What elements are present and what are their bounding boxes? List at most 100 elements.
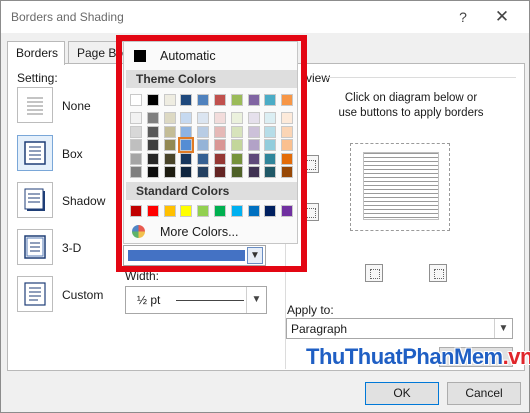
standard-color-swatch[interactable] [146,205,159,217]
theme-shade-swatch[interactable] [130,112,142,124]
chevron-down-icon[interactable]: ▼ [247,247,263,264]
theme-shade-swatch[interactable] [214,152,226,165]
theme-shade-swatch[interactable] [197,139,210,151]
width-dropdown[interactable]: ½ pt ▼ [125,286,267,314]
setting-custom-button[interactable] [17,276,53,312]
standard-color-swatch[interactable] [163,205,176,217]
theme-shade-swatch[interactable] [281,125,294,138]
theme-shade-swatch[interactable] [281,152,294,165]
standard-color-swatch[interactable] [281,205,294,217]
more-colors-option[interactable]: More Colors... [126,222,297,242]
preview-text-lines [363,152,439,220]
theme-shade-swatch[interactable] [146,152,159,165]
standard-color-swatch[interactable] [180,205,193,217]
setting-box-button[interactable] [17,135,53,171]
ok-button[interactable]: OK [365,382,439,405]
theme-shade-swatch[interactable] [146,166,159,178]
theme-shade-swatch[interactable] [180,166,193,178]
theme-color-swatch[interactable] [214,94,226,106]
tab-borders[interactable]: Borders [7,41,65,65]
theme-color-swatch[interactable] [281,94,294,106]
setting-shadow-button[interactable] [17,182,53,218]
theme-shade-swatch[interactable] [197,112,210,124]
setting-none-icon [27,97,43,115]
theme-shade-swatch[interactable] [264,112,277,124]
theme-shade-swatch[interactable] [264,139,277,151]
left-border-button[interactable] [365,264,383,282]
top-border-button[interactable] [301,155,319,173]
bottom-border-button[interactable] [301,203,319,221]
theme-shade-swatch[interactable] [214,166,226,178]
theme-shade-swatch[interactable] [130,139,142,151]
theme-shade-swatch[interactable] [163,166,176,178]
theme-shade-swatch[interactable] [230,152,243,165]
theme-shade-swatch[interactable] [264,125,277,138]
theme-shade-swatch[interactable] [264,166,277,178]
theme-shade-swatch[interactable] [180,152,193,165]
theme-shade-swatch[interactable] [214,112,226,124]
theme-shade-swatch[interactable] [230,139,243,151]
right-border-button[interactable] [429,264,447,282]
theme-color-swatch[interactable] [247,94,260,106]
theme-shade-swatch[interactable] [146,112,159,124]
theme-shade-swatch[interactable] [178,137,195,153]
theme-shade-swatch[interactable] [163,125,176,138]
theme-shade-swatch[interactable] [130,125,142,138]
theme-shade-swatch[interactable] [163,139,176,151]
standard-color-swatch[interactable] [130,205,142,217]
theme-color-swatch[interactable] [264,94,277,106]
setting-none-button[interactable] [17,87,53,123]
theme-shade-swatch[interactable] [130,152,142,165]
setting-3d-button[interactable] [17,229,53,265]
close-button[interactable]: ✕ [491,6,513,28]
theme-shade-swatch[interactable] [180,125,193,138]
theme-color-swatch[interactable] [230,94,243,106]
theme-color-swatch[interactable] [180,94,193,106]
theme-color-swatch[interactable] [163,94,176,106]
theme-shade-swatch[interactable] [180,112,193,124]
help-button[interactable]: ? [453,7,473,27]
theme-shade-swatch[interactable] [247,139,260,151]
color-dropdown[interactable]: ▼ [123,245,266,266]
theme-shade-swatch[interactable] [214,139,226,151]
theme-shade-swatch[interactable] [197,152,210,165]
apply-to-label: Apply to: [287,303,334,317]
theme-shade-swatch[interactable] [247,152,260,165]
theme-color-swatch[interactable] [197,94,210,106]
theme-shade-swatch[interactable] [247,125,260,138]
theme-shade-swatch[interactable] [247,166,260,178]
chevron-down-icon[interactable]: ▼ [246,287,266,313]
options-button[interactable] [439,347,513,367]
theme-shade-swatch[interactable] [230,112,243,124]
automatic-color-option[interactable]: Automatic [126,44,297,66]
theme-shade-swatch[interactable] [214,125,226,138]
border-preview-diagram[interactable] [350,143,450,231]
theme-shade-swatch[interactable] [281,112,294,124]
standard-color-swatch[interactable] [247,205,260,217]
setting-label: Setting: [17,71,58,85]
theme-color-swatch[interactable] [146,94,159,106]
theme-shade-swatch[interactable] [281,139,294,151]
theme-color-swatch[interactable] [130,94,142,106]
theme-shade-swatch[interactable] [130,166,142,178]
theme-colors-header: Theme Colors [126,70,297,88]
standard-color-swatch[interactable] [214,205,226,217]
apply-to-dropdown[interactable]: Paragraph ▼ [286,318,513,339]
theme-shade-swatch[interactable] [146,125,159,138]
theme-shade-swatch[interactable] [197,166,210,178]
standard-color-swatch[interactable] [197,205,210,217]
standard-color-swatch[interactable] [264,205,277,217]
theme-shade-swatch[interactable] [281,166,294,178]
theme-shade-swatch[interactable] [146,139,159,151]
theme-shade-swatch[interactable] [230,125,243,138]
setting-shadow-label: Shadow [62,194,106,208]
chevron-down-icon[interactable]: ▼ [494,319,512,338]
theme-shade-swatch[interactable] [264,152,277,165]
theme-shade-swatch[interactable] [230,166,243,178]
theme-shade-swatch[interactable] [197,125,210,138]
theme-shade-swatch[interactable] [163,152,176,165]
standard-color-swatch[interactable] [230,205,243,217]
cancel-button[interactable]: Cancel [447,382,521,405]
theme-shade-swatch[interactable] [247,112,260,124]
theme-shade-swatch[interactable] [163,112,176,124]
